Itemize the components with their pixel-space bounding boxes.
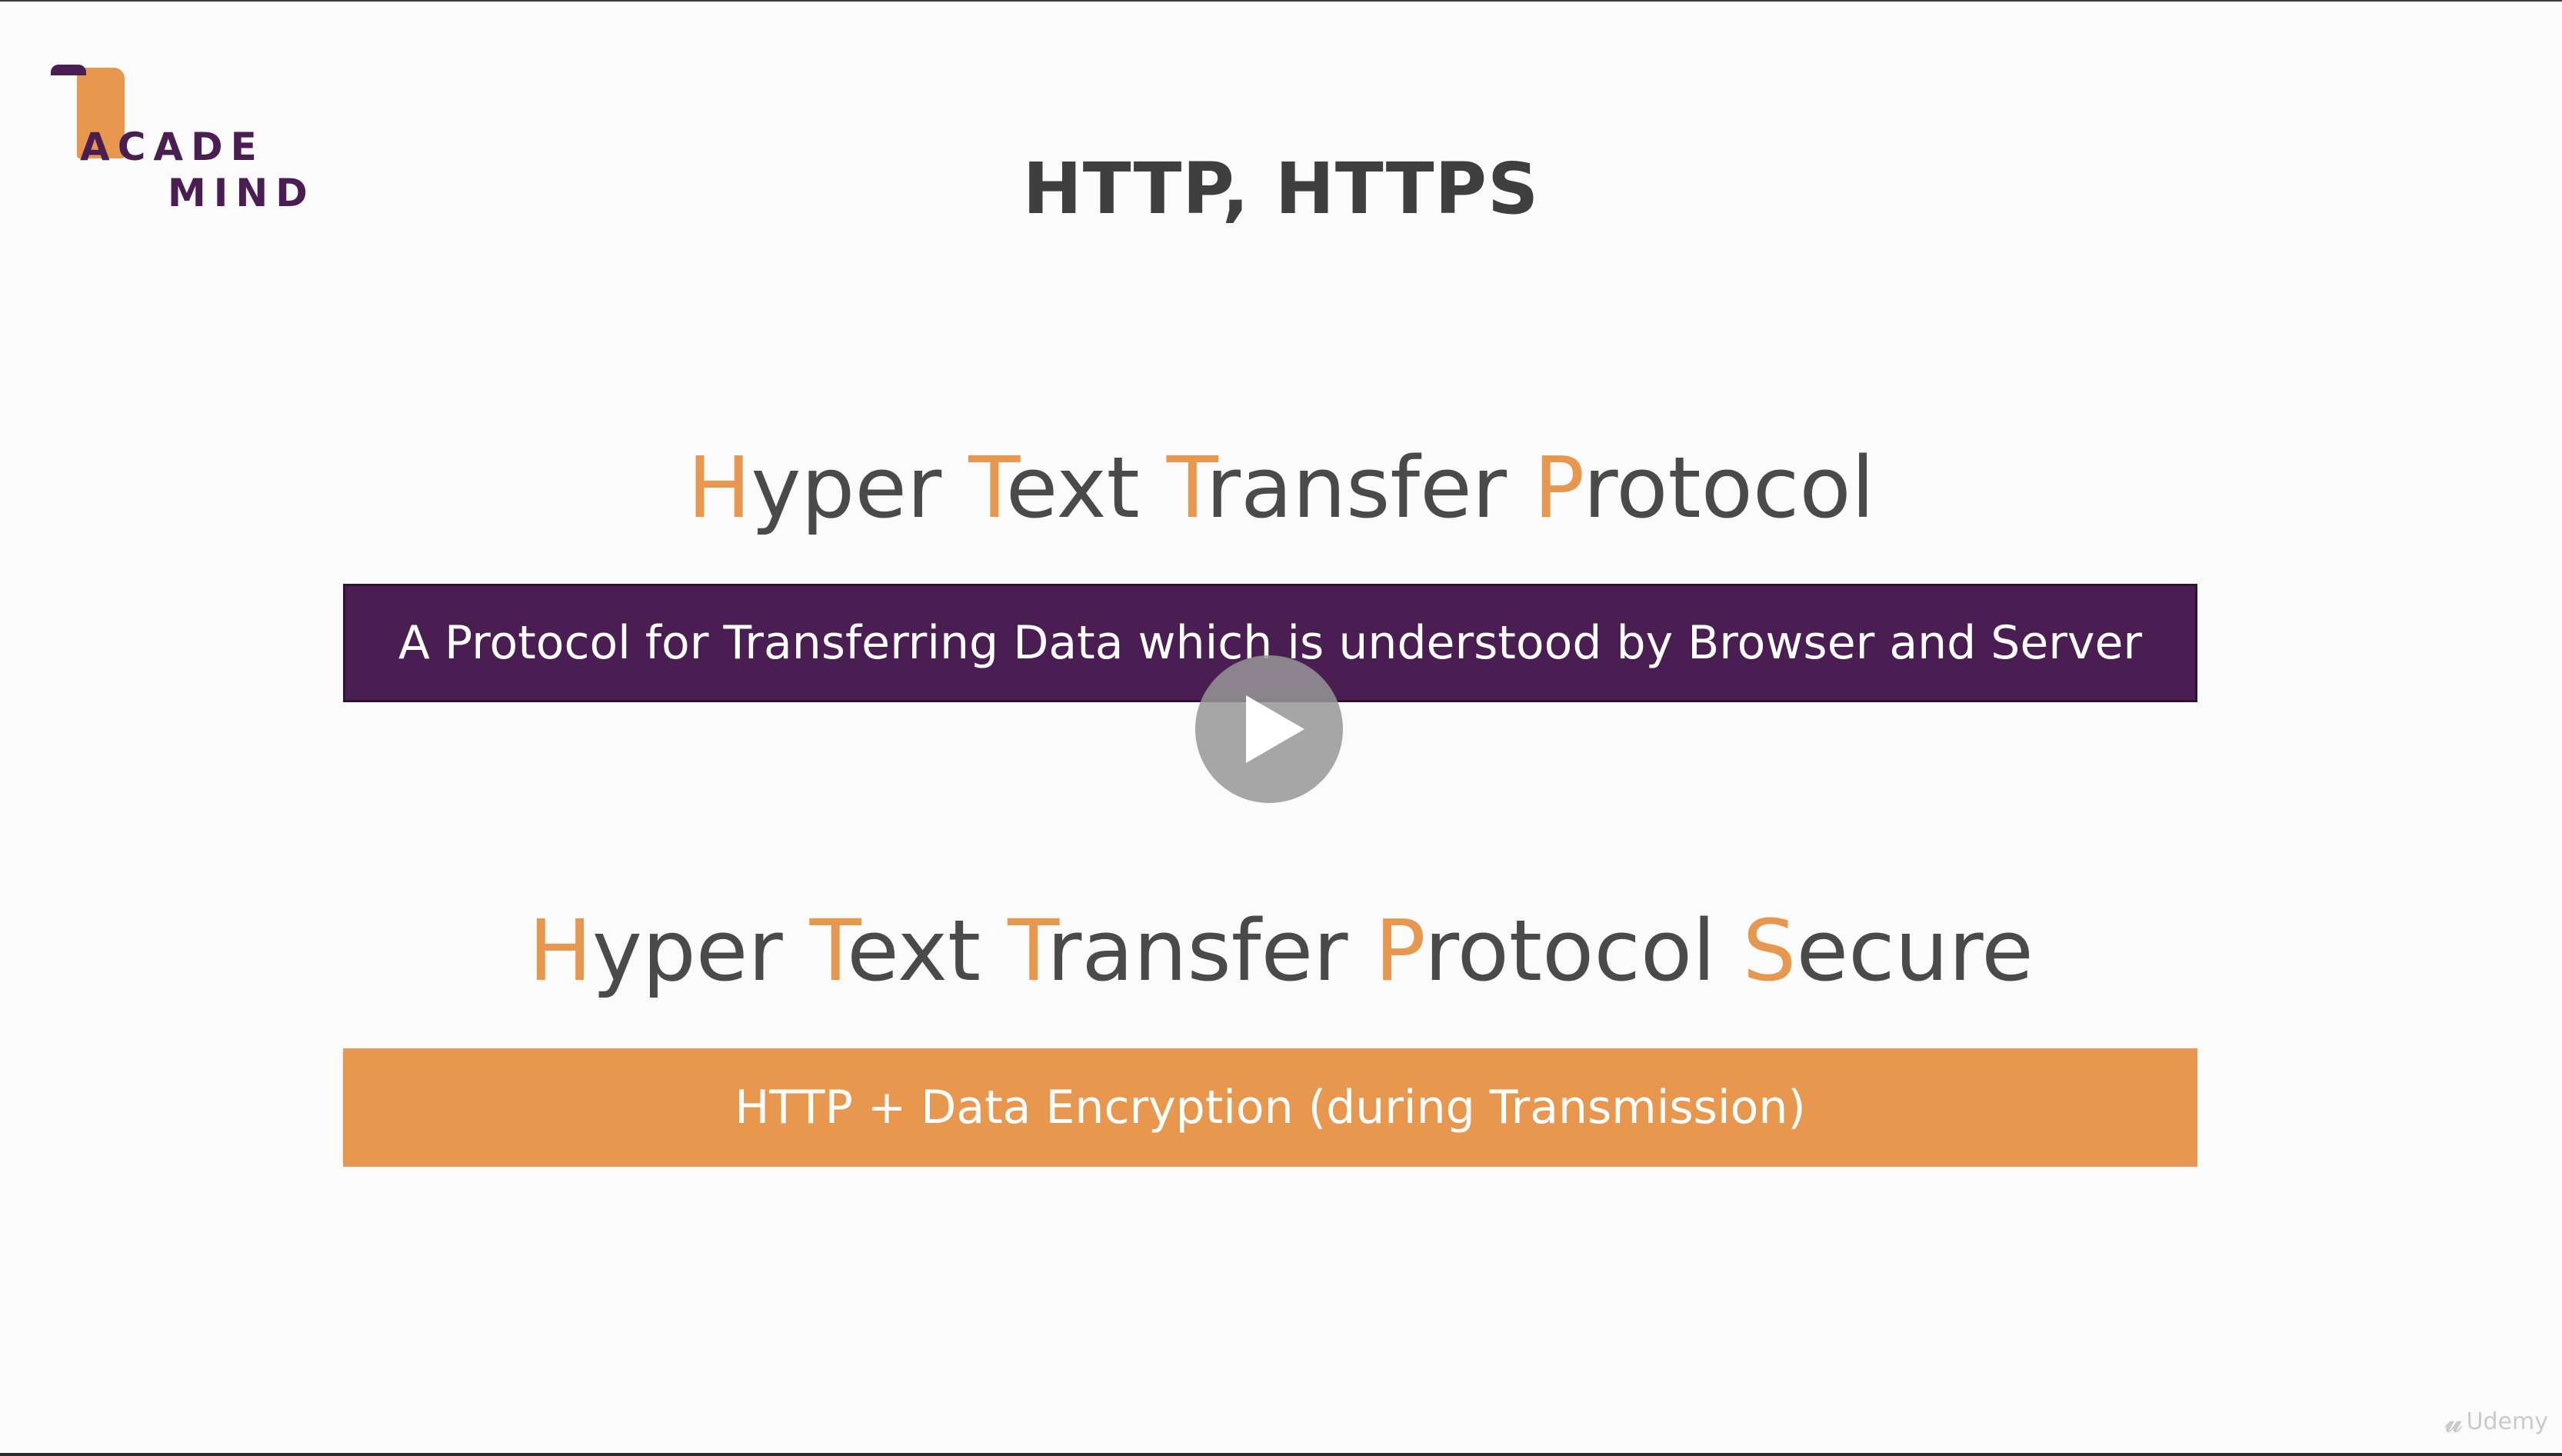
- heading-word: Text: [968, 438, 1140, 537]
- word-initial: H: [528, 901, 592, 1000]
- word-initial: S: [1742, 901, 1797, 1000]
- https-description-bar: HTTP + Data Encryption (during Transmiss…: [343, 1048, 2197, 1167]
- word-rest: yper: [591, 901, 783, 1000]
- word-initial: H: [687, 438, 751, 537]
- word-initial: P: [1533, 438, 1584, 537]
- heading-word: Secure: [1743, 901, 2034, 1000]
- word-rest: rotocol: [1424, 901, 1716, 1000]
- word-rest: rotocol: [1583, 438, 1875, 537]
- watermark-label: Udemy: [2466, 1408, 2548, 1435]
- heading-word: Text: [810, 901, 981, 1000]
- heading-word: Transfer: [1008, 901, 1348, 1000]
- play-icon: [1246, 695, 1304, 763]
- slide-title: HTTP, HTTPS: [1022, 148, 1540, 230]
- udemy-logo-icon: 𝓊: [2445, 1404, 2462, 1438]
- heading-word: Protocol: [1374, 901, 1715, 1000]
- video-slide[interactable]: ACADE MIND HTTP, HTTPS Hyper Text Transf…: [0, 0, 2562, 1456]
- udemy-watermark: 𝓊 Udemy: [2445, 1404, 2548, 1439]
- heading-word: Transfer: [1167, 438, 1507, 537]
- https-description-text: HTTP + Data Encryption (during Transmiss…: [735, 1081, 1806, 1134]
- https-heading: Hyper Text Transfer Protocol Secure: [0, 901, 2562, 1000]
- heading-word: Hyper: [528, 901, 783, 1000]
- word-initial: T: [809, 901, 848, 1000]
- word-rest: ransfer: [1047, 901, 1348, 1000]
- word-rest: ext: [1005, 438, 1140, 537]
- heading-word: Hyper: [688, 438, 942, 537]
- word-initial: T: [1166, 438, 1206, 537]
- word-initial: T: [1008, 901, 1048, 1000]
- heading-word: Protocol: [1534, 438, 1874, 537]
- word-rest: ext: [847, 901, 981, 1000]
- http-heading: Hyper Text Transfer Protocol: [0, 438, 2562, 537]
- word-rest: yper: [751, 438, 942, 537]
- word-rest: ecure: [1796, 901, 2034, 1000]
- logo-flag-curl: [51, 65, 86, 75]
- play-button[interactable]: [1195, 655, 1343, 803]
- word-rest: ransfer: [1205, 438, 1508, 537]
- word-initial: P: [1374, 901, 1424, 1000]
- word-initial: T: [968, 438, 1006, 537]
